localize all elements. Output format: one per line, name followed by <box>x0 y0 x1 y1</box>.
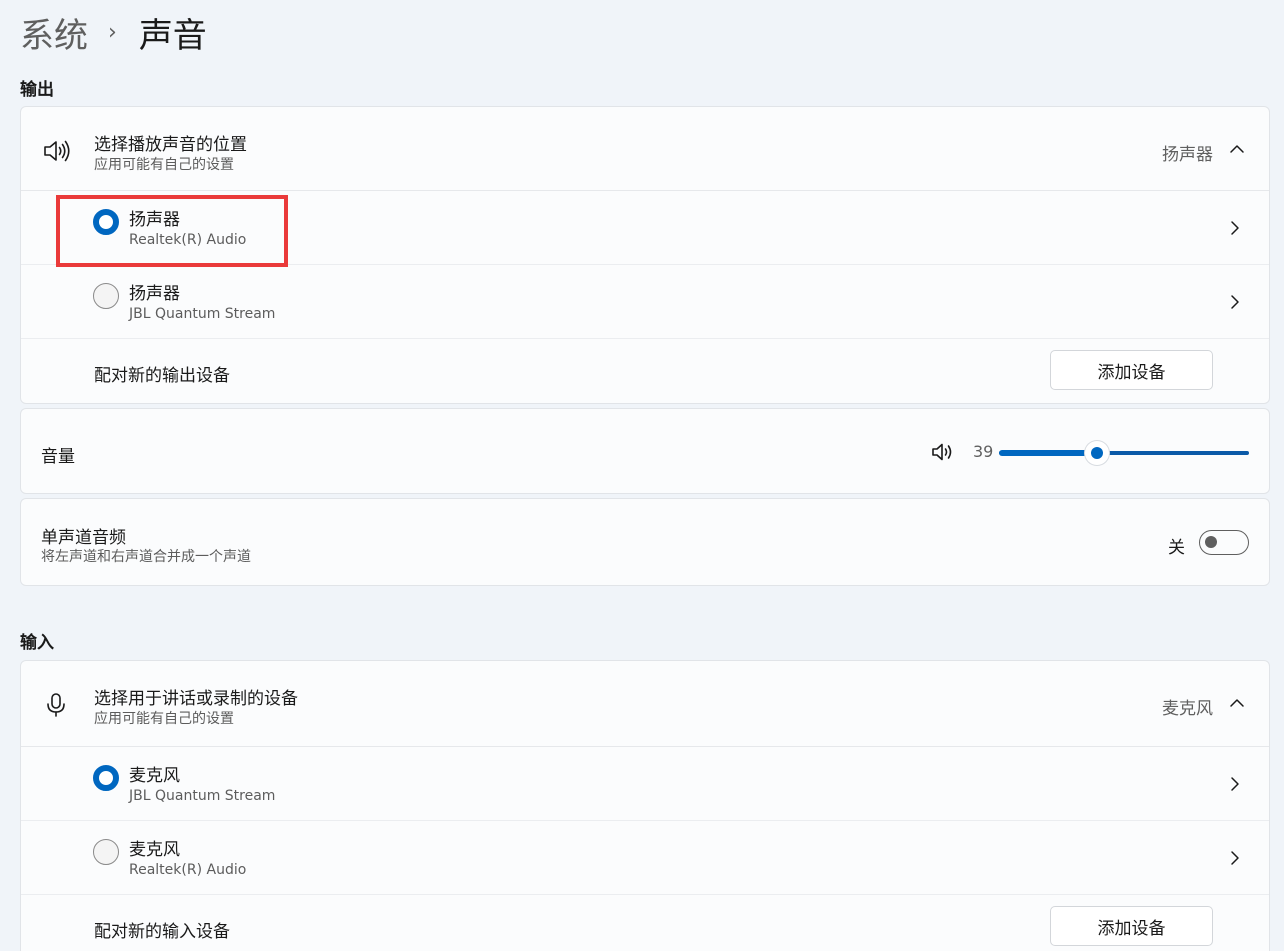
add-output-device-button[interactable]: 添加设备 <box>1050 350 1213 390</box>
input-device-card: 选择用于讲话或录制的设备 应用可能有自己的设置 麦克风 麦克风 JBL Quan… <box>20 660 1270 951</box>
breadcrumb-separator: › <box>108 19 117 45</box>
chevron-right-icon[interactable] <box>1228 776 1242 792</box>
volume-value: 39 <box>973 442 994 461</box>
input-device-description: Realtek(R) Audio <box>129 862 247 878</box>
page-title: 声音 <box>138 15 207 56</box>
selection-highlight <box>56 195 288 267</box>
output-current-device: 扬声器 <box>1162 145 1213 165</box>
volume-card: 音量 39 <box>20 408 1270 494</box>
output-device-header[interactable]: 选择播放声音的位置 应用可能有自己的设置 扬声器 <box>21 107 1269 191</box>
mono-audio-toggle-knob <box>1205 536 1217 548</box>
mono-audio-toggle[interactable] <box>1199 530 1249 555</box>
add-input-device-button[interactable]: 添加设备 <box>1050 906 1213 946</box>
mono-audio-subtitle: 将左声道和右声道合并成一个声道 <box>41 549 251 565</box>
output-header-title: 选择播放声音的位置 <box>94 135 247 155</box>
output-header-subtitle: 应用可能有自己的设置 <box>94 157 234 173</box>
pair-input-device-row: 配对新的输入设备 添加设备 <box>21 895 1269 951</box>
output-device-name: 扬声器 <box>129 284 180 304</box>
input-header-title: 选择用于讲话或录制的设备 <box>94 689 298 709</box>
chevron-right-icon[interactable] <box>1228 220 1242 236</box>
pair-input-label: 配对新的输入设备 <box>94 922 230 942</box>
chevron-up-icon[interactable] <box>1229 141 1245 157</box>
mono-audio-title: 单声道音频 <box>41 528 126 548</box>
input-device-row-jbl[interactable]: 麦克风 JBL Quantum Stream <box>21 747 1269 821</box>
output-section-label: 输出 <box>20 80 54 100</box>
output-device-row-jbl[interactable]: 扬声器 JBL Quantum Stream <box>21 265 1269 339</box>
input-device-name: 麦克风 <box>129 840 180 860</box>
volume-label: 音量 <box>41 447 75 467</box>
volume-slider-fill <box>999 450 1097 456</box>
chevron-up-icon[interactable] <box>1229 695 1245 711</box>
chevron-right-icon[interactable] <box>1228 294 1242 310</box>
mono-audio-state: 关 <box>1168 538 1185 558</box>
chevron-right-icon[interactable] <box>1228 850 1242 866</box>
output-device-description: JBL Quantum Stream <box>129 306 276 322</box>
input-device-description: JBL Quantum Stream <box>129 788 276 804</box>
input-header-subtitle: 应用可能有自己的设置 <box>94 711 234 727</box>
pair-output-device-row: 配对新的输出设备 添加设备 <box>21 339 1269 403</box>
pair-output-label: 配对新的输出设备 <box>94 366 230 386</box>
microphone-icon <box>47 693 65 717</box>
input-current-device: 麦克风 <box>1162 699 1213 719</box>
input-device-name: 麦克风 <box>129 766 180 786</box>
volume-slider-thumb[interactable] <box>1084 441 1109 465</box>
speaker-icon[interactable] <box>931 441 955 463</box>
mono-audio-card: 单声道音频 将左声道和右声道合并成一个声道 关 <box>20 498 1270 586</box>
input-section-label: 输入 <box>20 633 54 653</box>
input-radio-realtek[interactable] <box>93 839 119 865</box>
speaker-icon <box>44 140 70 162</box>
volume-slider[interactable] <box>999 441 1249 465</box>
input-device-header[interactable]: 选择用于讲话或录制的设备 应用可能有自己的设置 麦克风 <box>21 661 1269 747</box>
breadcrumb-system-link[interactable]: 系统 <box>20 8 88 57</box>
input-radio-jbl[interactable] <box>93 765 119 791</box>
breadcrumb: 系统 › 声音 <box>20 8 207 56</box>
input-device-row-realtek[interactable]: 麦克风 Realtek(R) Audio <box>21 821 1269 895</box>
output-radio-jbl[interactable] <box>93 283 119 309</box>
